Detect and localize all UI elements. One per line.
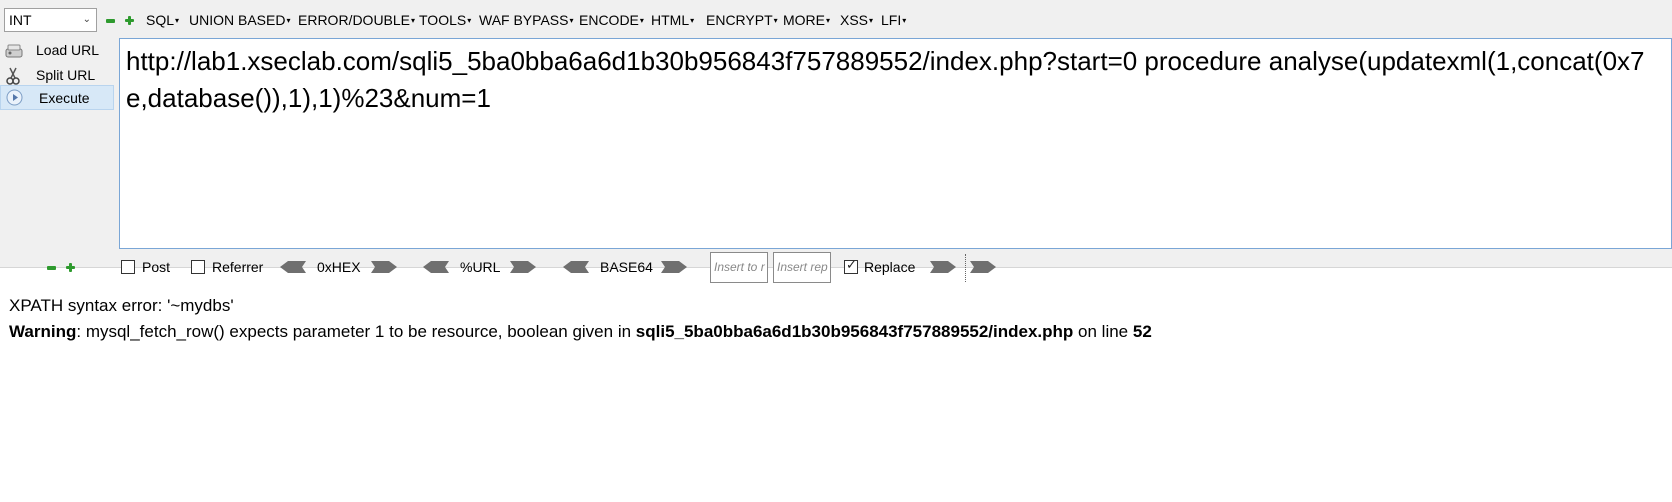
menu-html[interactable]: HTML▾: [651, 11, 694, 30]
post-checkbox[interactable]: [121, 260, 135, 274]
url-encode-label: %URL: [460, 259, 501, 275]
url-decode-arrow-left-icon[interactable]: [423, 261, 449, 273]
menu-label: HTML: [651, 12, 690, 28]
load-url-icon: [5, 42, 23, 58]
response-error-line: XPATH syntax error: '~mydbs': [9, 296, 234, 315]
menu-label: WAF BYPASS: [479, 12, 569, 28]
replace-arrow-right-icon[interactable]: [930, 261, 956, 273]
split-url-button[interactable]: Split URL: [0, 63, 114, 87]
referrer-label: Referrer: [212, 259, 264, 275]
response-warning-line: Warning: mysql_fetch_row() expects param…: [9, 321, 1152, 343]
warning-text: : mysql_fetch_row() expects parameter 1 …: [76, 322, 636, 341]
menu-label: SQL: [146, 12, 175, 28]
post-label: Post: [142, 259, 171, 275]
menu-label: ENCODE: [579, 12, 639, 28]
referrer-checkbox[interactable]: [191, 260, 205, 274]
load-url-button[interactable]: Load URL: [0, 38, 114, 62]
hex-decode-arrow-left-icon[interactable]: [280, 261, 306, 273]
play-icon: [6, 89, 23, 106]
injection-type-select[interactable]: INT ⌄: [4, 8, 97, 32]
warning-label: Warning: [9, 322, 77, 341]
warning-file: sqli5_5ba0bba6a6d1b30b956843f757889552/i…: [635, 322, 1074, 341]
url-input[interactable]: http://lab1.xseclab.com/sqli5_5ba0bba6a6…: [119, 38, 1672, 249]
menu-label: ERROR/DOUBLE: [298, 12, 411, 28]
load-url-label: Load URL: [36, 42, 100, 58]
menu-encode[interactable]: ENCODE▾: [579, 11, 644, 30]
menu-label: UNION BASED: [189, 12, 286, 28]
execute-label: Execute: [39, 90, 90, 106]
hex-label: 0xHEX: [317, 259, 361, 275]
menu-sql[interactable]: SQL▾: [146, 11, 179, 30]
replace-all-arrow-right-icon[interactable]: [970, 261, 996, 273]
base64-encode-arrow-right-icon[interactable]: [661, 261, 687, 273]
menu-lfi[interactable]: LFI▾: [881, 11, 906, 30]
toolbar-separator: [965, 254, 966, 282]
base64-label: BASE64: [600, 259, 653, 275]
menu-encrypt[interactable]: ENCRYPT▾: [706, 11, 778, 30]
execute-button[interactable]: Execute: [0, 85, 114, 110]
warning-line-number: 52: [1132, 322, 1152, 341]
menu-more[interactable]: MORE▾: [783, 11, 830, 30]
minus-icon[interactable]: [47, 266, 56, 270]
menu-union-based[interactable]: UNION BASED▾: [189, 11, 290, 30]
insert-to-input[interactable]: Insert to r: [710, 252, 768, 283]
insert-replace-input[interactable]: Insert rep: [773, 252, 831, 283]
menu-label: MORE: [783, 12, 825, 28]
expand-plus-icon[interactable]: [125, 16, 134, 25]
injection-type-value: INT: [9, 12, 32, 28]
replace-label: Replace: [864, 259, 916, 275]
menu-xss[interactable]: XSS▾: [840, 11, 873, 30]
scissors-icon: [5, 67, 21, 85]
split-url-label: Split URL: [36, 67, 96, 83]
menu-label: XSS: [840, 12, 869, 28]
menu-waf-bypass[interactable]: WAF BYPASS▾: [479, 11, 573, 30]
warning-on-line: on line: [1073, 322, 1133, 341]
base64-decode-arrow-left-icon[interactable]: [563, 261, 589, 273]
plus-icon[interactable]: [66, 263, 75, 272]
menu-label: ENCRYPT: [706, 12, 773, 28]
menu-tools[interactable]: TOOLS▾: [419, 11, 471, 30]
menu-label: TOOLS: [419, 12, 467, 28]
url-encode-arrow-right-icon[interactable]: [510, 261, 536, 273]
hackbar-toolbar: INT ⌄ SQL▾ UNION BASED▾ ERROR/DOUBLE▾ TO…: [0, 0, 1672, 283]
collapse-minus-icon[interactable]: [106, 19, 115, 23]
hex-encode-arrow-right-icon[interactable]: [371, 261, 397, 273]
chevron-down-icon: ⌄: [82, 14, 91, 25]
menu-error-double[interactable]: ERROR/DOUBLE▾: [298, 11, 415, 30]
replace-checkbox[interactable]: [844, 257, 858, 274]
menu-label: LFI: [881, 12, 902, 28]
